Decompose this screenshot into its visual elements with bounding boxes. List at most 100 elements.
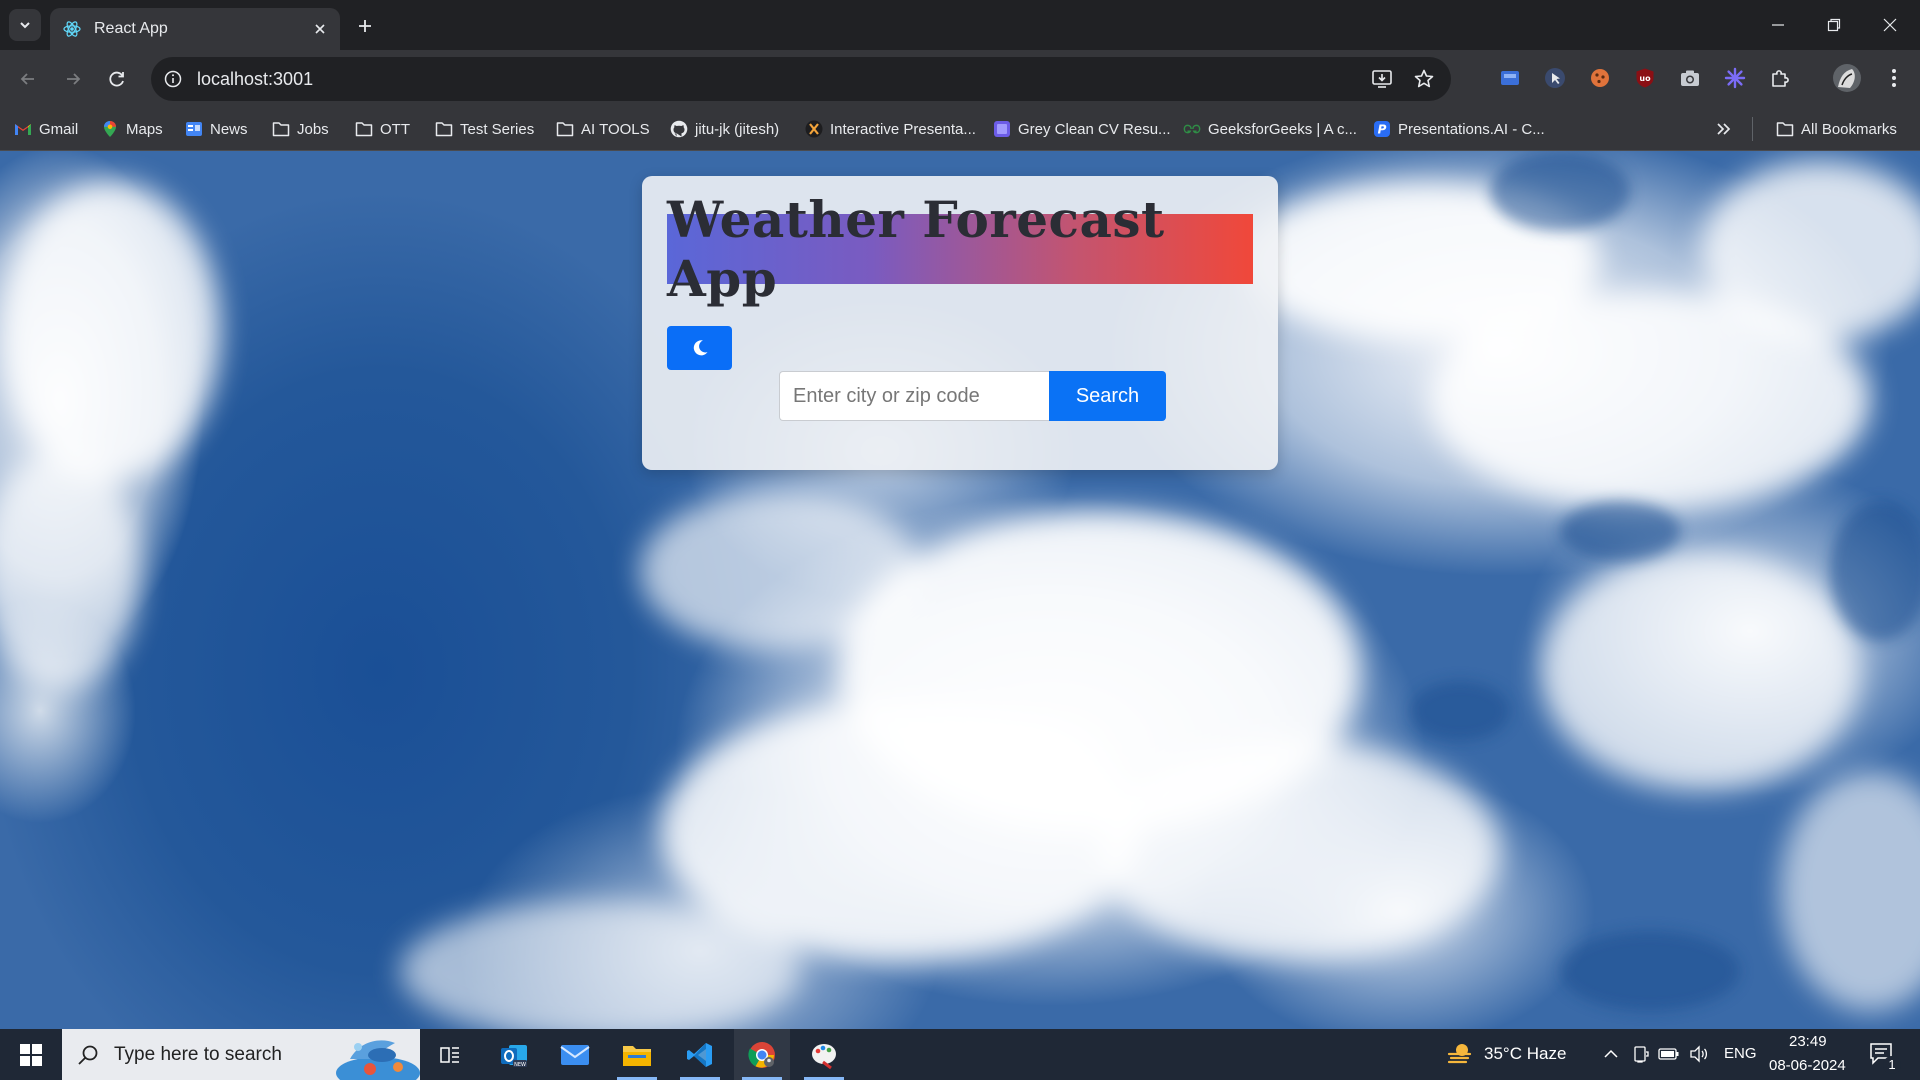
bookmark-maps[interactable]: Maps [101, 117, 163, 141]
language-indicator[interactable]: ENG [1724, 1045, 1757, 1062]
search-highlight-illustration [310, 1029, 420, 1080]
bookmark-label: jitu-jk (jitesh) [695, 120, 780, 138]
bookmark-folder-jobs[interactable]: Jobs [272, 117, 329, 141]
bookmark-grey-clean-cv[interactable]: Grey Clean CV Resu... [993, 117, 1171, 141]
search-button[interactable]: Search [1049, 371, 1166, 421]
bookmark-star-icon[interactable] [1409, 64, 1439, 94]
extension-window-icon[interactable] [1496, 64, 1524, 92]
taskbar-outlook[interactable]: NEW [486, 1029, 542, 1080]
tab-react-app[interactable]: React App [50, 8, 340, 50]
chrome-icon [748, 1041, 775, 1068]
weather-haze-icon[interactable] [1446, 1040, 1474, 1068]
search-form: Search [779, 371, 1166, 421]
restore-button[interactable] [1806, 0, 1862, 50]
browser-menu-icon[interactable] [1880, 64, 1908, 92]
clock-date[interactable]: 08-06-2024 [1769, 1057, 1846, 1074]
bookmark-interactive-presentation[interactable]: Interactive Presenta... [805, 117, 976, 141]
taskbar-search-box[interactable]: Type here to search [62, 1029, 420, 1080]
site-info-icon[interactable] [161, 67, 185, 91]
file-explorer-icon [623, 1045, 651, 1066]
arrow-left-icon [20, 73, 34, 85]
arrow-right-icon [67, 73, 81, 85]
mail-icon [560, 1044, 590, 1065]
taskbar-weather-text[interactable]: 35°C Haze [1484, 1044, 1566, 1064]
tab-title: React App [94, 20, 168, 37]
folder-icon [1776, 120, 1794, 138]
taskbar-chrome[interactable] [734, 1029, 790, 1080]
extension-spark-icon[interactable] [1721, 64, 1749, 92]
bookmark-presentations-ai[interactable]: P Presentations.AI - C... [1373, 117, 1545, 141]
bookmark-label: Maps [126, 120, 163, 138]
bookmark-news[interactable]: News [185, 117, 248, 141]
folder-icon [272, 120, 290, 138]
clock-time[interactable]: 23:49 [1789, 1033, 1827, 1050]
bookmark-folder-ai-tools[interactable]: AI TOOLS [556, 117, 650, 141]
bookmark-github[interactable]: jitu-jk (jitesh) [670, 117, 779, 141]
address-bar[interactable]: localhost:3001 [151, 57, 1451, 101]
bookmark-label: Presentations.AI - C... [1398, 120, 1545, 138]
reload-button[interactable] [101, 63, 133, 95]
app-title: Weather Forecast App [667, 190, 1253, 308]
close-window-button[interactable] [1862, 0, 1918, 50]
forward-button[interactable] [57, 63, 89, 95]
more-bookmarks-button[interactable] [1716, 117, 1732, 141]
install-app-icon[interactable] [1367, 64, 1397, 94]
svg-text:P: P [1378, 123, 1387, 137]
taskbar-file-explorer[interactable] [609, 1029, 665, 1080]
back-button[interactable] [12, 63, 44, 95]
volume-icon[interactable] [1688, 1043, 1710, 1065]
news-icon [185, 120, 203, 138]
bookmark-label: News [210, 120, 248, 138]
restore-icon [1827, 18, 1841, 32]
search-icon [78, 1045, 98, 1065]
bookmark-label: Gmail [39, 120, 79, 138]
folder-icon [435, 120, 453, 138]
show-hidden-icons-chevron-icon[interactable] [1600, 1043, 1622, 1065]
extension-cookie-icon[interactable] [1586, 64, 1614, 92]
taskbar-mail[interactable] [547, 1029, 603, 1080]
city-search-input[interactable] [779, 371, 1049, 421]
bookmarks-bar: Gmail Maps News Jobs OTT Test Series AI … [0, 107, 1920, 151]
minimize-button[interactable] [1750, 0, 1806, 50]
tab-search-button[interactable] [9, 9, 41, 41]
moon-icon [693, 340, 707, 356]
presentations-ai-icon: P [1373, 120, 1391, 138]
extensions-puzzle-icon[interactable] [1766, 64, 1794, 92]
device-icon[interactable] [1630, 1043, 1652, 1065]
start-button[interactable] [0, 1029, 62, 1080]
battery-icon[interactable] [1658, 1043, 1680, 1065]
bookmark-label: GeeksforGeeks | A c... [1208, 120, 1357, 138]
bookmark-label: Grey Clean CV Resu... [1018, 120, 1171, 138]
ublock-icon[interactable]: uo [1631, 64, 1659, 92]
bookmark-gmail[interactable]: Gmail [14, 117, 78, 141]
tab-bar: React App [0, 0, 1920, 50]
all-bookmarks-label: All Bookmarks [1801, 120, 1897, 138]
profile-avatar[interactable] [1831, 62, 1863, 94]
bookmark-folder-test-series[interactable]: Test Series [435, 117, 534, 141]
weather-card: Weather Forecast App Search [642, 176, 1278, 470]
close-icon [1883, 18, 1897, 32]
bookmark-label: Test Series [460, 120, 535, 138]
windows-taskbar: Type here to search NEW 35°C Haze ENG 23… [0, 1029, 1920, 1080]
task-view-button[interactable] [422, 1029, 478, 1080]
maps-icon [101, 120, 119, 138]
bookmark-label: OTT [380, 120, 410, 138]
bookmark-folder-ott[interactable]: OTT [355, 117, 410, 141]
vscode-icon [687, 1042, 712, 1067]
url-text[interactable]: localhost:3001 [197, 69, 1367, 90]
bookmark-geeksforgeeks[interactable]: GeeksforGeeks | A c... [1183, 117, 1357, 141]
gmail-icon [14, 120, 32, 138]
screenshot-camera-icon[interactable] [1676, 64, 1704, 92]
extension-cursor-icon[interactable] [1541, 64, 1569, 92]
reload-icon [109, 71, 124, 87]
new-tab-button[interactable] [350, 11, 380, 41]
paint-icon [812, 1043, 836, 1069]
plus-icon [359, 20, 371, 32]
presentation-icon [805, 120, 823, 138]
all-bookmarks-button[interactable]: All Bookmarks [1776, 117, 1897, 141]
taskbar-paint[interactable] [796, 1029, 852, 1080]
taskbar-vscode[interactable] [672, 1029, 728, 1080]
close-tab-icon[interactable] [308, 17, 332, 41]
theme-toggle-button[interactable] [667, 326, 732, 370]
page-viewport: Weather Forecast App Search [0, 151, 1920, 1029]
